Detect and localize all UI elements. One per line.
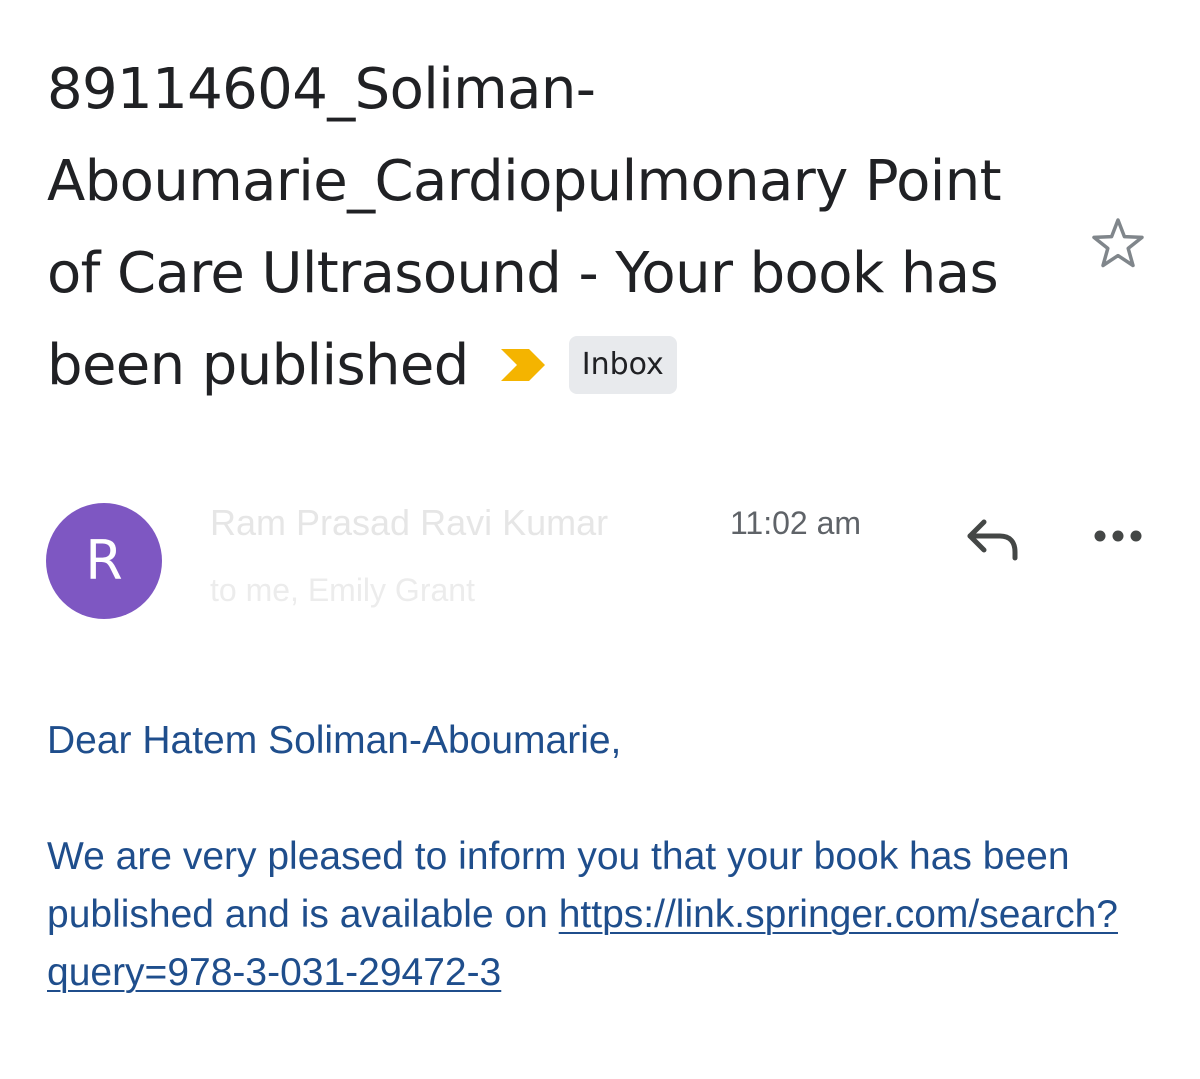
importance-marker-icon[interactable]	[499, 345, 551, 385]
message-time: 11:02 am	[730, 505, 862, 541]
reply-icon[interactable]	[962, 510, 1022, 566]
email-subject: 89114604_Soliman-Aboumarie_Cardiopulmona…	[47, 44, 1047, 412]
email-subject-area: 89114604_Soliman-Aboumarie_Cardiopulmona…	[47, 44, 1047, 412]
star-icon[interactable]	[1088, 214, 1148, 274]
email-greeting: Dear Hatem Soliman-Aboumarie,	[47, 719, 622, 762]
sender-avatar[interactable]: R	[46, 503, 162, 619]
inbox-label[interactable]: Inbox	[568, 335, 677, 394]
email-paragraph: We are very pleased to inform you that y…	[47, 828, 1137, 1002]
more-options-icon[interactable]	[1092, 520, 1144, 552]
recipients-line[interactable]: to me, Emily Grant	[210, 572, 475, 608]
email-body: Dear Hatem Soliman-Aboumarie, We are ver…	[47, 712, 1137, 1002]
sender-name[interactable]: Ram Prasad Ravi Kumar	[210, 503, 710, 543]
